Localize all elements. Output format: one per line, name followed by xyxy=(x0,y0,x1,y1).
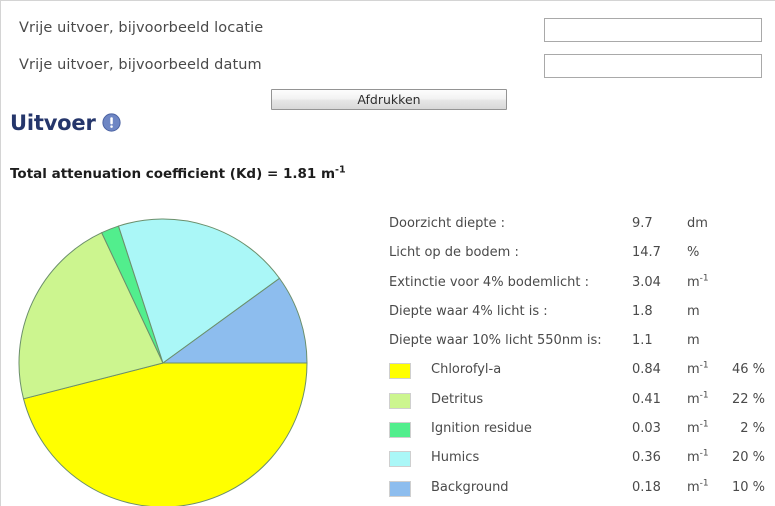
legend-unit: m-1 xyxy=(687,478,709,495)
legend-label: Ignition residue xyxy=(431,421,532,437)
legend-value: 0.41 xyxy=(632,391,661,407)
legend-color-swatch xyxy=(389,480,411,497)
result-unit: m xyxy=(687,333,700,349)
legend-label: Detritus xyxy=(431,391,484,407)
legend-label: Humics xyxy=(431,450,480,466)
legend-label: Chlorofyl-a xyxy=(431,362,502,378)
result-label: Diepte waar 10% licht 550nm is: xyxy=(389,333,602,349)
page-title: Uitvoer xyxy=(10,111,96,135)
legend-row: Chlorofyl-a 0.84 m-1 46 % xyxy=(389,359,769,388)
legend-color-swatch xyxy=(389,363,411,380)
free-output-location-label: Vrije uitvoer, bijvoorbeeld locatie xyxy=(19,20,264,36)
legend-row: Humics 0.36 m-1 20 % xyxy=(389,447,769,476)
legend-value: 0.84 xyxy=(632,362,661,378)
result-unit: m-1 xyxy=(687,273,709,290)
legend-unit: m-1 xyxy=(687,390,709,407)
legend-percentage: 10 % xyxy=(731,479,765,495)
results-table: Doorzicht diepte : 9.7 dm Licht op de bodem… xyxy=(389,213,769,506)
legend-color-swatch xyxy=(389,422,411,439)
result-row: Extinctie voor 4% bodemlicht : 3.04 m-1 xyxy=(389,272,769,301)
result-unit: % xyxy=(687,245,700,261)
legend-value: 0.36 xyxy=(632,450,661,466)
print-button[interactable]: Afdrukken xyxy=(271,89,507,110)
legend-label: Background xyxy=(431,479,509,495)
legend-unit: m-1 xyxy=(687,361,709,378)
free-output-date-label: Vrije uitvoer, bijvoorbeeld datum xyxy=(19,57,262,73)
result-label: Diepte waar 4% licht is : xyxy=(389,303,548,319)
result-label: Doorzicht diepte : xyxy=(389,216,506,231)
kd-coefficient-text: Total attenuation coefficient (Kd) = 1.8… xyxy=(10,164,346,182)
result-label: Licht op de bodem : xyxy=(389,245,519,261)
result-value: 3.04 xyxy=(632,274,661,290)
legend-value: 0.18 xyxy=(632,479,661,495)
result-label: Extinctie voor 4% bodemlicht : xyxy=(389,274,590,290)
result-unit: m xyxy=(687,303,700,319)
legend-row: Ignition residue 0.03 m-1 2 % xyxy=(389,418,769,447)
legend-row: Background 0.18 m-1 10 % xyxy=(389,477,769,506)
result-unit: dm xyxy=(687,216,708,231)
legend-row: Detritus 0.41 m-1 22 % xyxy=(389,389,769,418)
result-value: 14.7 xyxy=(632,245,661,261)
legend-percentage: 20 % xyxy=(731,450,765,466)
result-row: Licht op de bodem : 14.7% xyxy=(389,242,769,271)
result-row: Doorzicht diepte : 9.7 dm xyxy=(389,213,769,242)
composition-pie-chart xyxy=(18,218,308,506)
output-page: Vrije uitvoer, bijvoorbeeld locatie Vrij… xyxy=(0,0,775,506)
result-value: 1.8 xyxy=(632,303,653,319)
legend-unit: m-1 xyxy=(687,419,709,437)
free-output-date-input[interactable] xyxy=(544,54,762,78)
legend-percentage: 2 % xyxy=(740,421,765,437)
result-value: 9.7 xyxy=(632,216,653,231)
result-value: 1.1 xyxy=(632,333,653,349)
kd-unit-exponent: -1 xyxy=(335,164,346,176)
legend-percentage: 22 % xyxy=(731,391,765,407)
legend-unit: m-1 xyxy=(687,449,709,466)
free-output-location-input[interactable] xyxy=(544,18,762,42)
result-row: Diepte waar 10% licht 550nm is: 1.1 m xyxy=(389,330,769,359)
legend-color-swatch xyxy=(389,392,411,409)
kd-coefficient-value: Total attenuation coefficient (Kd) = 1.8… xyxy=(10,166,336,182)
legend-color-swatch xyxy=(389,451,411,468)
result-row: Diepte waar 4% licht is : 1.8 m xyxy=(389,301,769,330)
exclamation-circle-icon[interactable] xyxy=(102,113,121,132)
legend-value: 0.03 xyxy=(632,421,661,437)
legend-percentage: 46 % xyxy=(731,362,765,378)
